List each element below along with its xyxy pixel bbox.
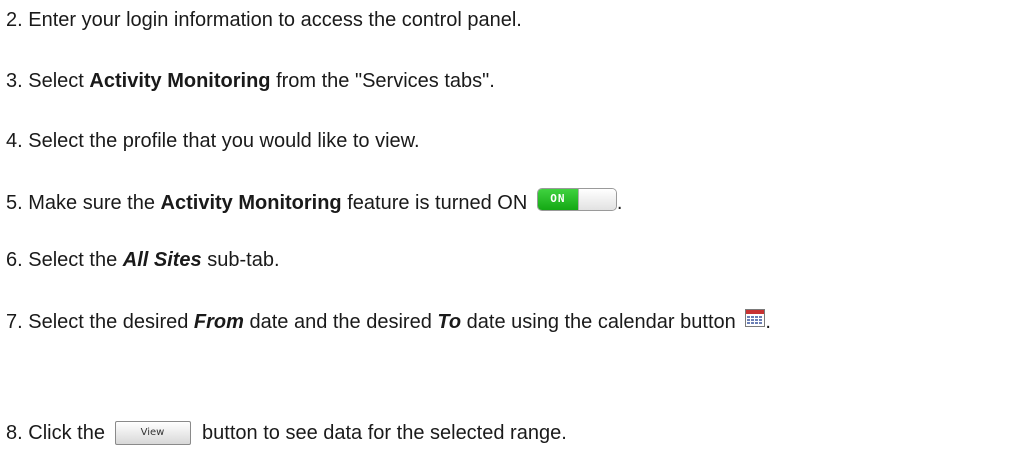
- to-label: To: [437, 311, 462, 333]
- step-number: 6.: [6, 249, 23, 271]
- view-button[interactable]: View: [114, 421, 191, 445]
- step-text-post: date using the calendar button: [461, 311, 742, 333]
- step-text-post: button to see data for the selected rang…: [196, 422, 567, 444]
- step-number: 4.: [6, 130, 23, 152]
- step-text-post: feature is turned ON: [341, 192, 533, 214]
- step-text: Enter your login information to access t…: [28, 9, 522, 31]
- step-text-end: .: [765, 311, 771, 333]
- step-8: 8. Click the View button to see data for…: [6, 420, 567, 446]
- step-text-post: from the "Services tabs".: [270, 70, 495, 92]
- all-sites-label: All Sites: [122, 249, 202, 271]
- step-text-pre: Click the: [28, 422, 111, 444]
- view-button-label: View: [140, 427, 165, 438]
- step-text: Select the profile that you would like t…: [28, 130, 420, 152]
- step-number: 8.: [6, 422, 23, 444]
- step-text-pre: Make sure the: [28, 192, 161, 214]
- toggle-switch-on-icon: ON: [536, 188, 617, 211]
- step-text-pre: Select: [28, 70, 90, 92]
- step-text-pre: Select the desired: [28, 311, 194, 333]
- step-number: 7.: [6, 311, 23, 333]
- step-text-pre: Select the: [28, 249, 123, 271]
- step-number: 5.: [6, 192, 23, 214]
- activity-monitoring-label: Activity Monitoring: [89, 70, 271, 92]
- step-2: 2. Enter your login information to acces…: [6, 7, 522, 33]
- step-text-mid: date and the desired: [243, 311, 438, 333]
- step-4: 4. Select the profile that you would lik…: [6, 128, 420, 154]
- toggle-on-label: ON: [537, 189, 578, 210]
- activity-monitoring-label: Activity Monitoring: [160, 192, 342, 214]
- step-5: 5. Make sure the Activity Monitoring fea…: [6, 188, 622, 214]
- from-label: From: [193, 311, 244, 333]
- step-text-end: .: [616, 192, 623, 214]
- step-number: 3.: [6, 70, 23, 92]
- calendar-icon: [745, 308, 766, 334]
- toggle-knob: [577, 189, 616, 210]
- step-3: 3. Select Activity Monitoring from the "…: [6, 68, 495, 94]
- step-text-post: sub-tab.: [201, 249, 280, 271]
- step-number: 2.: [6, 9, 23, 31]
- step-7: 7. Select the desired From date and the …: [6, 308, 771, 334]
- step-6: 6. Select the All Sites sub-tab.: [6, 247, 280, 273]
